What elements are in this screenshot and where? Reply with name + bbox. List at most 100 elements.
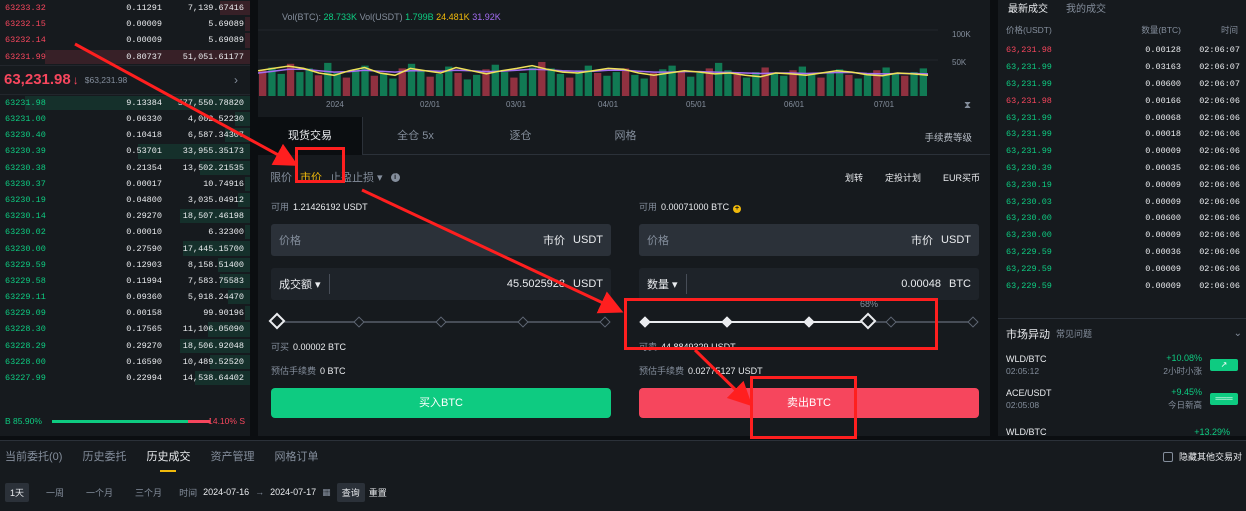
ratio-bar <box>52 420 210 423</box>
date-from[interactable]: 2024-07-16 <box>203 487 249 497</box>
buy-price-field[interactable]: 价格 市价 USDT <box>271 224 611 256</box>
buy-percent-slider[interactable] <box>268 310 611 334</box>
info-icon[interactable]: i <box>390 172 400 182</box>
bid-row[interactable]: 63228.00 0.16590 10,489.52520 <box>0 354 250 370</box>
ask-row[interactable]: 63233.32 0.11291 7,139.67416 <box>0 0 250 16</box>
trade-time: 02:06:06 <box>1199 263 1240 274</box>
range-1d[interactable]: 1天 <box>5 482 30 502</box>
bid-row[interactable]: 63230.38 0.21354 13,502.21535 <box>0 160 250 176</box>
checkbox[interactable] <box>1162 451 1173 462</box>
buy-amount-field[interactable]: 成交额 ▾ 45.5025928 USDT <box>271 268 611 300</box>
order-qty: 0.27590 <box>126 243 162 254</box>
depth-bar <box>245 33 250 48</box>
trade-row: 63,230.00 0.00009 02:06:06 <box>998 227 1246 244</box>
chevron-right-icon[interactable]: › <box>234 73 238 87</box>
bid-row[interactable]: 63230.00 0.27590 17,445.15700 <box>0 240 250 256</box>
bid-row[interactable]: 63227.99 0.22994 14,538.64402 <box>0 370 250 386</box>
buy-btc-button[interactable]: 买入BTC <box>271 388 611 418</box>
slider-handle[interactable] <box>268 312 286 330</box>
buy-ratio-label: B <box>5 416 11 426</box>
trade-qty: 0.00009 <box>1145 230 1181 241</box>
order-total: 99.90196 <box>203 308 244 319</box>
vol-ma-yellow-value: 24.481K <box>436 12 470 22</box>
tab-order-history[interactable]: 历史委托 <box>82 448 126 464</box>
buy-ratio-value: 85.90% <box>13 416 42 426</box>
x-tick-label: 2024 <box>326 100 344 109</box>
tab-grid[interactable]: 网格 <box>573 117 678 155</box>
ask-row[interactable]: 63232.15 0.00009 5.69089 <box>0 16 250 32</box>
reset-button[interactable]: 重置 <box>369 486 387 499</box>
bid-row[interactable]: 63231.00 0.06330 4,002.52230 <box>0 111 250 127</box>
slider-stop-100[interactable] <box>599 316 611 328</box>
range-1w[interactable]: 一周 <box>41 483 69 502</box>
trades-tabs: 最新成交 我的成交 <box>998 0 1246 15</box>
tab-grid-orders[interactable]: 网格订单 <box>274 448 318 464</box>
volume-bar <box>742 77 751 96</box>
order-type-limit[interactable]: 限价 <box>270 169 292 185</box>
volume-bar <box>640 78 648 96</box>
sell-price-value: 市价 <box>911 235 934 247</box>
collapse-icon[interactable]: ⌄ <box>1234 328 1242 339</box>
bid-row[interactable]: 63228.29 0.29270 18,506.92048 <box>0 338 250 354</box>
trade-qty: 0.00009 <box>1145 280 1181 291</box>
market-mover-row[interactable]: WLD/BTC +13.29% <box>998 416 1246 436</box>
buy-amount-dropdown[interactable]: 成交额 ▾ <box>279 276 321 292</box>
last-price[interactable]: 63,231.98 ↓ $63,231.98 › <box>0 64 250 95</box>
sell-amount-dropdown[interactable]: 数量 ▾ <box>647 276 678 292</box>
eur-buy-link[interactable]: EUR买币 <box>943 171 980 184</box>
transfer-link[interactable]: 划转 <box>845 171 863 184</box>
range-3m[interactable]: 三个月 <box>130 483 167 502</box>
bid-row[interactable]: 63230.40 0.10418 6,587.34307 <box>0 127 250 143</box>
bid-row[interactable]: 63230.39 0.53701 33,955.35173 <box>0 143 250 159</box>
price-chart[interactable]: 100K 50K 2024 02/01 03/01 04/01 05/01 06/01 07/0… <box>258 0 990 117</box>
sell-price-field[interactable]: 价格 市价 USDT <box>639 224 979 256</box>
bid-row[interactable]: 63228.30 0.17565 11,106.05090 <box>0 321 250 337</box>
bid-row[interactable]: 63229.58 0.11994 7,583.75583 <box>0 273 250 289</box>
bid-row[interactable]: 63229.59 0.12903 8,158.51400 <box>0 257 250 273</box>
bid-row[interactable]: 63229.11 0.09360 5,918.24470 <box>0 289 250 305</box>
order-qty: 0.10418 <box>126 130 162 141</box>
slider-stop-75[interactable] <box>517 316 529 328</box>
slider-stop-100[interactable] <box>967 316 979 328</box>
tab-cross-margin[interactable]: 全仓 5x <box>363 117 468 155</box>
ask-row[interactable]: 63231.99 0.80737 51,051.61177 <box>0 49 250 65</box>
volume-bar <box>863 73 872 96</box>
volume-bar <box>714 62 723 96</box>
slider-stop-50[interactable] <box>435 316 447 328</box>
tab-assets[interactable]: 资产管理 <box>210 448 254 464</box>
volume-bar <box>435 73 444 96</box>
hide-other-pairs-toggle[interactable]: 隐藏其他交易对 <box>1162 450 1242 463</box>
tab-trade-history[interactable]: 历史成交 <box>146 448 190 472</box>
query-button[interactable]: 查询 <box>336 482 365 502</box>
range-1m[interactable]: 一个月 <box>81 483 118 502</box>
order-price: 63229.11 <box>5 292 46 303</box>
add-funds-icon[interactable]: + <box>733 205 742 213</box>
bid-row[interactable]: 63230.37 0.00017 10.74916 <box>0 176 250 192</box>
market-mover-row[interactable]: WLD/BTC 02:05:12 +10.08% 2小时小涨 ↗ <box>998 348 1246 382</box>
trade-time: 02:06:06 <box>1199 230 1240 241</box>
date-to[interactable]: 2024-07-17 <box>270 487 316 497</box>
ask-row[interactable]: 63232.14 0.00009 5.69089 <box>0 32 250 48</box>
sell-amount-field[interactable]: 数量 ▾ 0.00048 BTC <box>639 268 979 300</box>
bid-row[interactable]: 63230.02 0.00010 6.32300 <box>0 224 250 240</box>
order-qty: 0.09360 <box>126 292 162 303</box>
tab-my-trades[interactable]: 我的成交 <box>1066 0 1106 15</box>
tab-isolated-margin[interactable]: 逐仓 <box>468 117 573 155</box>
volume-bar <box>631 74 639 96</box>
slider-stop-25[interactable] <box>353 316 365 328</box>
tab-latest-trades[interactable]: 最新成交 <box>1008 0 1048 15</box>
market-mover-row[interactable]: ACE/USDT 02:05:08 +9.45% 今日新高 ═══ <box>998 382 1246 416</box>
bid-row[interactable]: 63231.98 9.13384 577,550.78820 <box>0 95 250 111</box>
trade-price: 63,230.00 <box>1006 213 1052 224</box>
fee-tier-link[interactable]: 手续费等级 <box>924 130 972 144</box>
faq-link[interactable]: 常见问题 <box>1056 327 1092 340</box>
volume-bar <box>370 75 378 96</box>
tab-open-orders[interactable]: 当前委托(0) <box>5 448 62 464</box>
recurring-plan-link[interactable]: 定投计划 <box>885 171 921 184</box>
order-price: 63233.32 <box>5 3 46 14</box>
calendar-icon[interactable]: ▦ <box>322 487 331 498</box>
bid-row[interactable]: 63229.09 0.00158 99.90196 <box>0 305 250 321</box>
bid-row[interactable]: 63230.14 0.29270 18,507.46198 <box>0 208 250 224</box>
order-total: 8,158.51400 <box>187 259 244 270</box>
bid-row[interactable]: 63230.19 0.04800 3,035.04912 <box>0 192 250 208</box>
